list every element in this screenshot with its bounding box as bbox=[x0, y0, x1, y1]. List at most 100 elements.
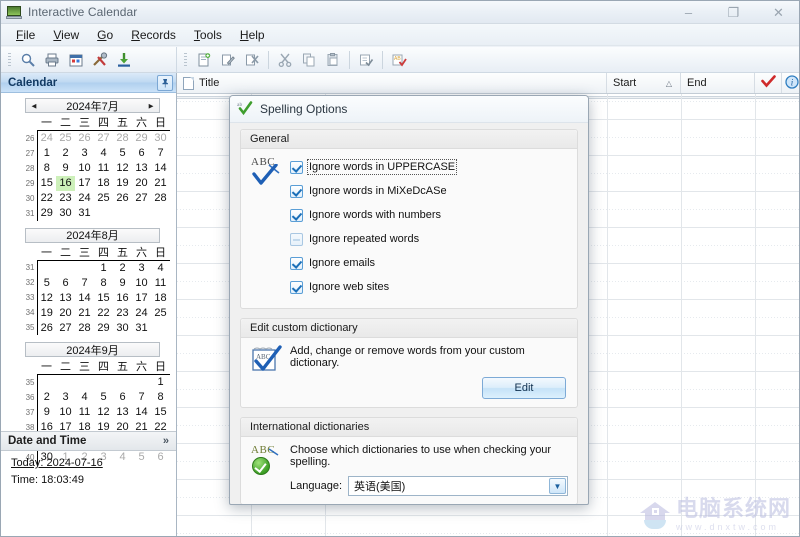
calendar-day[interactable]: 3 bbox=[75, 146, 94, 161]
calendar-day[interactable]: 9 bbox=[56, 161, 75, 176]
calendar-months-scroll[interactable]: ◄ 2024年7月 ► 一二三四五六日 26 24 25 26 27 28 29 30 27 1 2 3… bbox=[1, 93, 176, 478]
calendar-day[interactable]: 26 bbox=[37, 320, 56, 335]
calendar-day[interactable]: 18 bbox=[151, 290, 170, 305]
calendar-day[interactable]: 30 bbox=[56, 206, 75, 221]
cut-icon[interactable] bbox=[274, 49, 296, 71]
option-ignore-websites[interactable]: Ignore web sites bbox=[290, 276, 568, 298]
calendar-day[interactable]: 1 bbox=[94, 260, 113, 275]
calendar-day[interactable]: 10 bbox=[132, 275, 151, 290]
option-ignore-repeated[interactable]: Ignore repeated words bbox=[290, 228, 568, 250]
chevron-double-down-icon[interactable]: » bbox=[163, 435, 173, 447]
checkbox-ignore-emails[interactable] bbox=[290, 256, 303, 270]
calendar-day[interactable]: 28 bbox=[113, 131, 132, 146]
calendar-day[interactable]: 4 bbox=[94, 146, 113, 161]
search-icon[interactable] bbox=[17, 49, 39, 71]
calendar-day[interactable]: 11 bbox=[151, 275, 170, 290]
calendar-day[interactable]: 3 bbox=[56, 390, 75, 405]
column-info[interactable]: i bbox=[782, 73, 799, 93]
close-button[interactable]: ✕ bbox=[756, 1, 799, 24]
calendar-day[interactable]: 5 bbox=[94, 390, 113, 405]
option-ignore-numbers[interactable]: Ignore words with numbers bbox=[290, 204, 568, 226]
calendar-day[interactable]: 3 bbox=[132, 260, 151, 275]
calendar-day[interactable]: 21 bbox=[151, 176, 170, 191]
next-month-button[interactable]: ► bbox=[147, 101, 155, 110]
calendar-day[interactable]: 7 bbox=[151, 146, 170, 161]
menu-file[interactable]: File bbox=[7, 26, 44, 44]
calendar-day[interactable]: 14 bbox=[75, 290, 94, 305]
calendar-day[interactable]: 13 bbox=[113, 405, 132, 420]
calendar-day[interactable]: 22 bbox=[94, 305, 113, 320]
calendar-day[interactable]: 12 bbox=[94, 405, 113, 420]
checkbox-ignore-mixedcase[interactable] bbox=[290, 184, 303, 198]
calendar-day[interactable]: 8 bbox=[94, 275, 113, 290]
column-start[interactable]: Start △ bbox=[607, 73, 681, 93]
checkbox-ignore-numbers[interactable] bbox=[290, 208, 303, 222]
tools-icon[interactable] bbox=[89, 49, 111, 71]
calendar-day[interactable]: 4 bbox=[151, 260, 170, 275]
calendar-day-today[interactable]: 16 bbox=[56, 175, 75, 191]
calendar-day[interactable]: 26 bbox=[113, 191, 132, 206]
calendar-day[interactable]: 28 bbox=[75, 320, 94, 335]
checkbox-ignore-uppercase[interactable] bbox=[290, 160, 303, 174]
calendar-day[interactable]: 15 bbox=[151, 405, 170, 420]
calendar-day[interactable]: 11 bbox=[75, 405, 94, 420]
calendar-day[interactable]: 14 bbox=[132, 405, 151, 420]
calendar-day[interactable]: 5 bbox=[113, 146, 132, 161]
column-end[interactable]: End bbox=[681, 73, 755, 93]
menu-records[interactable]: Records bbox=[122, 26, 185, 44]
pin-icon[interactable] bbox=[157, 74, 173, 91]
calendar-day[interactable]: 8 bbox=[37, 161, 56, 176]
calendar-day[interactable]: 9 bbox=[113, 275, 132, 290]
calendar-day[interactable]: 2 bbox=[37, 390, 56, 405]
print-icon[interactable] bbox=[41, 49, 63, 71]
today-date[interactable]: Today: 2024-07-16 bbox=[11, 457, 176, 469]
calendar-day[interactable]: 20 bbox=[132, 176, 151, 191]
calendar-day[interactable]: 10 bbox=[56, 405, 75, 420]
calendar-day[interactable]: 24 bbox=[37, 131, 56, 146]
menu-go[interactable]: Go bbox=[88, 26, 122, 44]
delete-record-icon[interactable] bbox=[241, 49, 263, 71]
calendar-day[interactable]: 29 bbox=[132, 131, 151, 146]
calendar-day[interactable]: 6 bbox=[132, 146, 151, 161]
calendar-day[interactable]: 30 bbox=[151, 131, 170, 146]
calendar-day[interactable]: 2 bbox=[113, 260, 132, 275]
calendar-day[interactable]: 17 bbox=[75, 176, 94, 191]
calendar-day[interactable]: 29 bbox=[94, 320, 113, 335]
calendar-day[interactable]: 27 bbox=[94, 131, 113, 146]
prev-month-button[interactable]: ◄ bbox=[30, 101, 38, 110]
close-icon[interactable]: close-icon bbox=[556, 96, 588, 122]
calendar-icon[interactable] bbox=[65, 49, 87, 71]
calendar-day[interactable]: 10 bbox=[75, 161, 94, 176]
checkbox-ignore-websites[interactable] bbox=[290, 280, 303, 294]
calendar-day[interactable]: 13 bbox=[56, 290, 75, 305]
calendar-day[interactable]: 19 bbox=[113, 176, 132, 191]
maximize-button[interactable]: ❐ bbox=[711, 1, 756, 24]
copy-icon[interactable] bbox=[298, 49, 320, 71]
calendar-day[interactable]: 23 bbox=[113, 305, 132, 320]
calendar-day[interactable]: 1 bbox=[37, 146, 56, 161]
calendar-day[interactable]: 2 bbox=[56, 146, 75, 161]
option-ignore-emails[interactable]: Ignore emails bbox=[290, 252, 568, 274]
calendar-day[interactable]: 31 bbox=[132, 320, 151, 335]
calendar-day[interactable]: 17 bbox=[132, 290, 151, 305]
calendar-day[interactable]: 24 bbox=[75, 191, 94, 206]
calendar-day[interactable]: 16 bbox=[113, 290, 132, 305]
calendar-day[interactable]: 21 bbox=[75, 305, 94, 320]
calendar-day[interactable]: 25 bbox=[94, 191, 113, 206]
menu-help[interactable]: Help bbox=[231, 26, 274, 44]
checkbox-ignore-repeated[interactable] bbox=[290, 232, 303, 246]
calendar-day[interactable]: 1 bbox=[151, 375, 170, 390]
calendar-day[interactable]: 25 bbox=[151, 305, 170, 320]
check-record-icon[interactable] bbox=[355, 49, 377, 71]
import-icon[interactable] bbox=[113, 49, 135, 71]
calendar-day[interactable]: 28 bbox=[151, 191, 170, 206]
calendar-day[interactable]: 14 bbox=[151, 161, 170, 176]
calendar-day[interactable]: 12 bbox=[113, 161, 132, 176]
menu-tools[interactable]: Tools bbox=[185, 26, 231, 44]
calendar-day[interactable]: 27 bbox=[132, 191, 151, 206]
calendar-day[interactable]: 9 bbox=[37, 405, 56, 420]
calendar-day[interactable]: 27 bbox=[56, 320, 75, 335]
paste-icon[interactable] bbox=[322, 49, 344, 71]
calendar-day[interactable]: 7 bbox=[132, 390, 151, 405]
toolbar-grip[interactable] bbox=[5, 50, 13, 69]
